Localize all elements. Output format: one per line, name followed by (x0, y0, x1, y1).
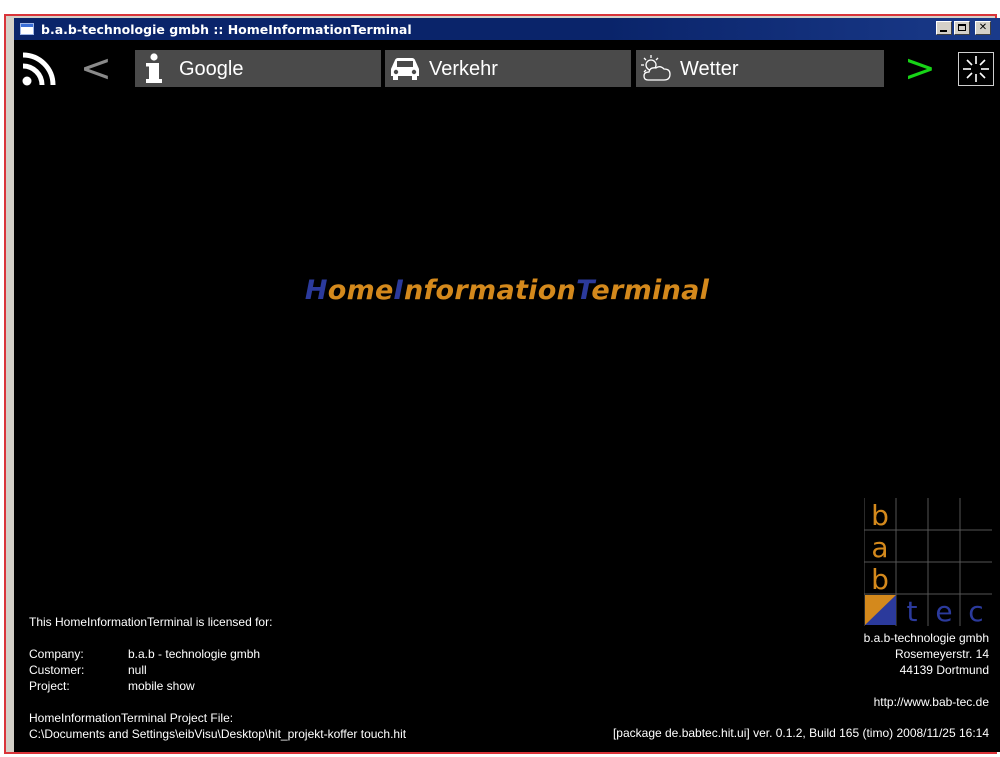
title-bar[interactable]: b.a.b-technologie gmbh :: HomeInformatio… (14, 18, 1000, 40)
info-key: Customer: (29, 663, 85, 677)
settings-button[interactable] (958, 52, 994, 86)
close-button[interactable]: ✕ (975, 21, 991, 35)
title-part-nformation: nformation (403, 275, 577, 306)
title-letter-t: T (576, 275, 592, 306)
maximize-button[interactable] (954, 21, 970, 35)
logo-letter-b1: b (871, 499, 889, 532)
window-icon (20, 23, 34, 35)
project-file-path: C:\Documents and Settings\eibVisu\Deskto… (29, 727, 407, 741)
tab-wetter[interactable]: Wetter (636, 50, 884, 87)
back-button[interactable]: < (80, 48, 112, 88)
nav-bar: < Google Verkehr Wetter > (14, 46, 1000, 90)
chevron-right-icon: > (904, 46, 936, 90)
splash-title: HomeInformationTerminal (14, 275, 1000, 306)
title-part-erminal: erminal (591, 275, 710, 306)
logo-letter-b2: b (871, 563, 889, 596)
rss-feed-icon[interactable] (22, 52, 56, 86)
logo-letter-t: t (907, 595, 918, 626)
minimize-icon (940, 30, 947, 32)
maximize-icon (958, 24, 966, 31)
logo-letter-c: c (968, 595, 983, 626)
project-file-label: HomeInformationTerminal Project File: (29, 711, 234, 725)
chevron-left-icon: < (80, 46, 112, 90)
license-row-customer: Customer: null (29, 662, 260, 678)
license-row-company: Company: b.a.b - technologie gmbh (29, 646, 260, 662)
logo-letter-e: e (935, 595, 952, 626)
info-value: b.a.b - technologie gmbh (128, 647, 261, 661)
build-info: [package de.babtec.hit.ui] ver. 0.1.2, B… (612, 726, 989, 740)
weather-cloud-sun-icon (641, 55, 671, 81)
tab-label: Verkehr (429, 58, 498, 80)
project-file-info: HomeInformationTerminal Project File: C:… (29, 710, 406, 742)
tab-verkehr[interactable]: Verkehr (385, 50, 631, 87)
tab-label: Google (179, 58, 244, 80)
close-icon: ✕ (978, 22, 988, 33)
info-value: null (128, 663, 147, 677)
title-letter-h: H (304, 275, 328, 306)
info-key: Project: (29, 679, 70, 693)
license-row-project: Project: mobile show (29, 678, 260, 694)
car-icon (391, 58, 419, 80)
info-key: Company: (29, 647, 84, 661)
company-address: b.a.b-technologie gmbh Rosemeyerstr. 14 … (864, 630, 989, 678)
forward-button[interactable]: > (904, 48, 936, 88)
company-website: http://www.bab-tec.de (873, 695, 989, 709)
company-street: Rosemeyerstr. 14 (894, 647, 989, 661)
bab-tec-logo: b a b t e c (864, 498, 992, 626)
minimize-button[interactable] (936, 21, 952, 35)
license-details: Company: b.a.b - technologie gmbh Custom… (29, 646, 260, 694)
app-window: b.a.b-technologie gmbh :: HomeInformatio… (14, 18, 1000, 752)
company-city: 44139 Dortmund (899, 663, 989, 677)
info-icon (146, 53, 162, 83)
title-letter-i: I (393, 275, 404, 306)
window-title: b.a.b-technologie gmbh :: HomeInformatio… (41, 22, 412, 37)
title-part-ome: ome (327, 275, 394, 306)
info-value: mobile show (128, 679, 195, 693)
license-intro: This HomeInformationTerminal is licensed… (29, 615, 273, 629)
loading-spinner-icon (963, 56, 989, 82)
tab-google[interactable]: Google (135, 50, 381, 87)
tab-label: Wetter (680, 58, 739, 80)
logo-letter-a: a (871, 531, 888, 564)
company-name: b.a.b-technologie gmbh (863, 631, 989, 645)
